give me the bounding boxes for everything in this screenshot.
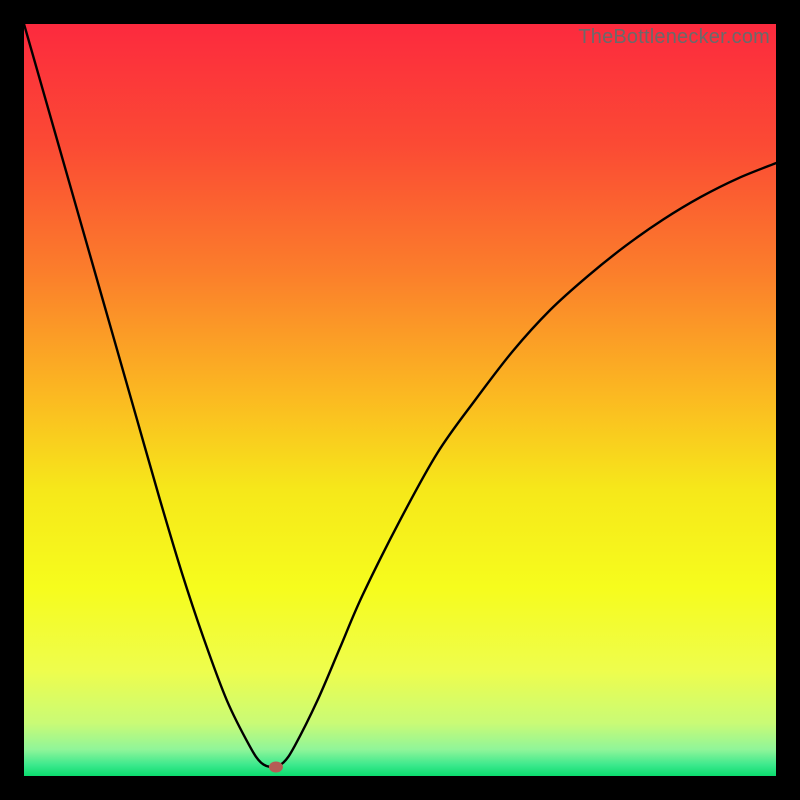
gradient-background xyxy=(24,24,776,776)
watermark-text: TheBottlenecker.com xyxy=(578,26,770,49)
chart-svg xyxy=(24,24,776,776)
optimal-marker xyxy=(269,761,283,772)
plot-area: TheBottlenecker.com xyxy=(24,24,776,776)
chart-frame: TheBottlenecker.com xyxy=(0,0,800,800)
